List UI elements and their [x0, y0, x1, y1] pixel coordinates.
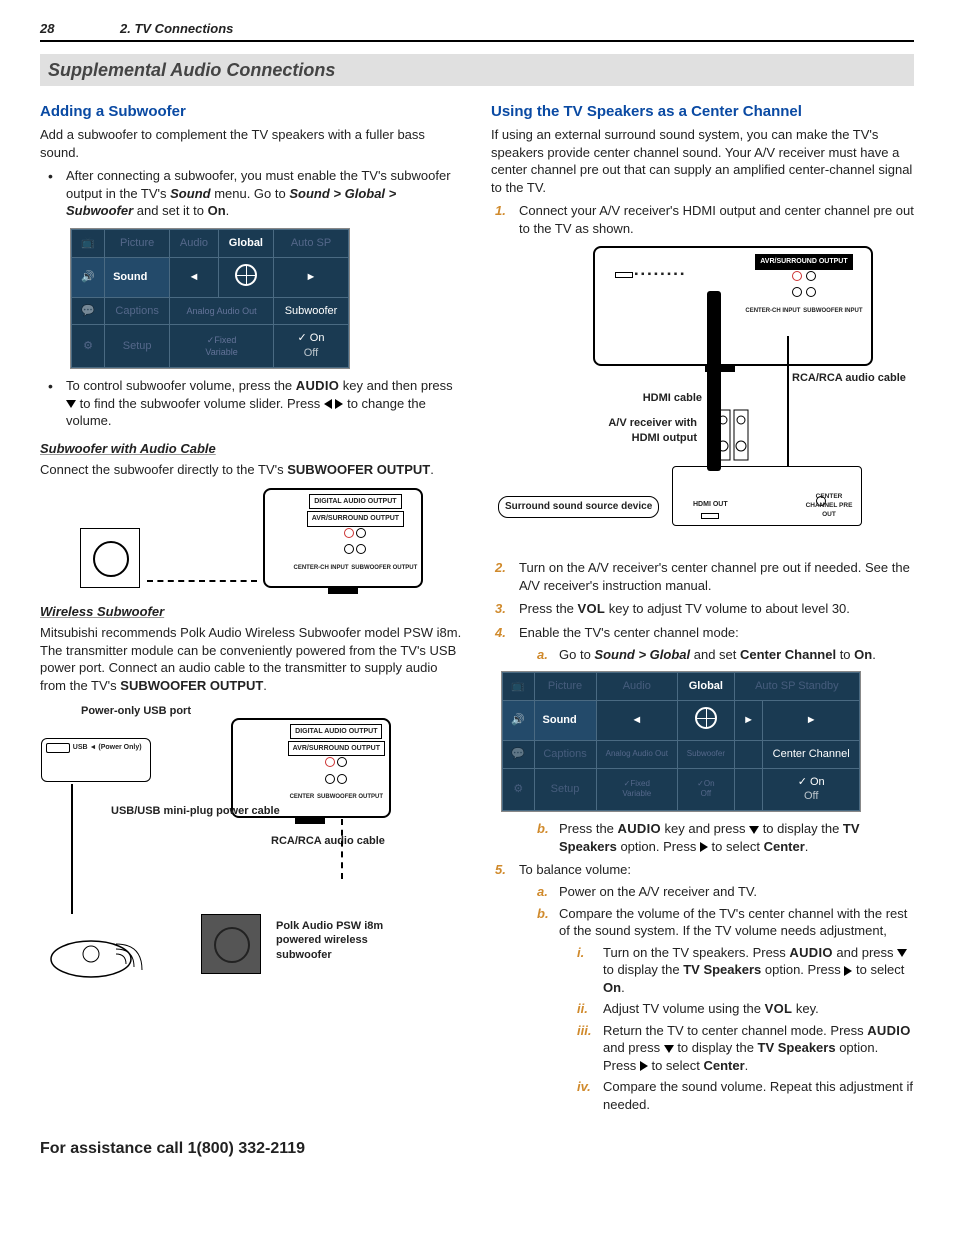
diagram-center-channel: ▪▪▪▪▪▪▪▪ AVR/SURROUND OUTPUT CENTER-CH I…: [491, 245, 914, 545]
paragraph-sub-cable: Connect the subwoofer directly to the TV…: [40, 461, 463, 479]
down-arrow-icon: [749, 826, 759, 834]
step-3: 3.Press the VOL key to adjust TV volume …: [491, 600, 914, 618]
bullet-enable-output: After connecting a subwoofer, you must e…: [40, 167, 463, 220]
step-5b: b.Compare the volume of the TV's center …: [537, 905, 914, 1114]
right-arrow-icon: [640, 1061, 648, 1071]
step-5: 5.To balance volume: a.Power on the A/V …: [491, 861, 914, 1113]
intro-paragraph: Add a subwoofer to complement the TV spe…: [40, 126, 463, 161]
subwoofer-icon: [80, 528, 140, 588]
step-4b: b.Press the AUDIO key and press to displ…: [537, 820, 914, 855]
label-source-device: Surround sound source device: [498, 496, 659, 518]
bullet-control-volume: To control subwoofer volume, press the A…: [40, 377, 463, 430]
step-5b-iii: iii.Return the TV to center channel mode…: [577, 1022, 914, 1075]
step-4a: a.Go to Sound > Global and set Center Ch…: [537, 646, 914, 664]
down-arrow-icon: [664, 1045, 674, 1053]
paragraph-center-intro: If using an external surround sound syst…: [491, 126, 914, 196]
left-column: Adding a Subwoofer Add a subwoofer to co…: [40, 96, 463, 1120]
chapter-title: 2. TV Connections: [120, 20, 233, 38]
page-number: 28: [40, 20, 120, 38]
down-arrow-icon: [66, 400, 76, 408]
down-arrow-icon: [897, 949, 907, 957]
step-4: 4.Enable the TV's center channel mode: a…: [491, 624, 914, 663]
tv-icon: DIGITAL AUDIO OUTPUT AVR/SURROUND OUTPUT…: [263, 488, 423, 588]
heading-adding-subwoofer: Adding a Subwoofer: [40, 102, 463, 122]
sound-menu-subwoofer: 📺PictureAudioGlobalAuto SP 🔊Sound◄► 💬Cap…: [70, 228, 350, 369]
usb-port-icon: [46, 743, 70, 753]
footer-assistance: For assistance call 1(800) 332-2119: [40, 1138, 914, 1160]
banner-title: Supplemental Audio Connections: [48, 60, 335, 80]
transmitter-icon: [41, 914, 161, 984]
diagram-wireless-subwoofer: Power-only USB port USB ◄ (Power Only) D…: [40, 703, 463, 1003]
diagram-subwoofer-direct: DIGITAL AUDIO OUTPUT AVR/SURROUND OUTPUT…: [40, 487, 463, 589]
step-4-cont: b.Press the AUDIO key and press to displ…: [491, 820, 914, 855]
sound-menu-center-channel: 📺PictureAudioGlobalAuto SP Standby 🔊Soun…: [501, 671, 861, 812]
page-header: 28 2. TV Connections: [40, 20, 914, 42]
step-5b-iv: iv.Compare the sound volume. Repeat this…: [577, 1078, 914, 1113]
tv-icon: DIGITAL AUDIO OUTPUT AVR/SURROUND OUTPUT…: [231, 718, 391, 818]
subwoofer-icon: [201, 914, 261, 974]
right-column: Using the TV Speakers as a Center Channe…: [491, 96, 914, 1120]
globe-icon: [235, 264, 257, 286]
paragraph-wireless-sub: Mitsubishi recommends Polk Audio Wireles…: [40, 624, 463, 694]
step-5b-ii: ii.Adjust TV volume using the VOL key.: [577, 1000, 914, 1018]
step-2: 2.Turn on the A/V receiver's center chan…: [491, 559, 914, 594]
hdmi-port-icon: [615, 272, 633, 278]
speaker-icon: [712, 406, 752, 466]
step-5a: a.Power on the A/V receiver and TV.: [537, 883, 914, 901]
section-banner: Supplemental Audio Connections: [40, 54, 914, 86]
tv-icon: ▪▪▪▪▪▪▪▪ AVR/SURROUND OUTPUT CENTER-CH I…: [593, 246, 873, 366]
globe-icon: [695, 707, 717, 729]
left-arrow-icon: [324, 399, 332, 409]
heading-wireless-sub: Wireless Subwoofer: [40, 603, 463, 621]
step-1: 1.Connect your A/V receiver's HDMI outpu…: [491, 202, 914, 237]
heading-sub-cable: Subwoofer with Audio Cable: [40, 440, 463, 458]
heading-center-channel: Using the TV Speakers as a Center Channe…: [491, 102, 914, 122]
step-5b-i: i.Turn on the TV speakers. Press AUDIO a…: [577, 944, 914, 997]
right-arrow-icon: [700, 842, 708, 852]
